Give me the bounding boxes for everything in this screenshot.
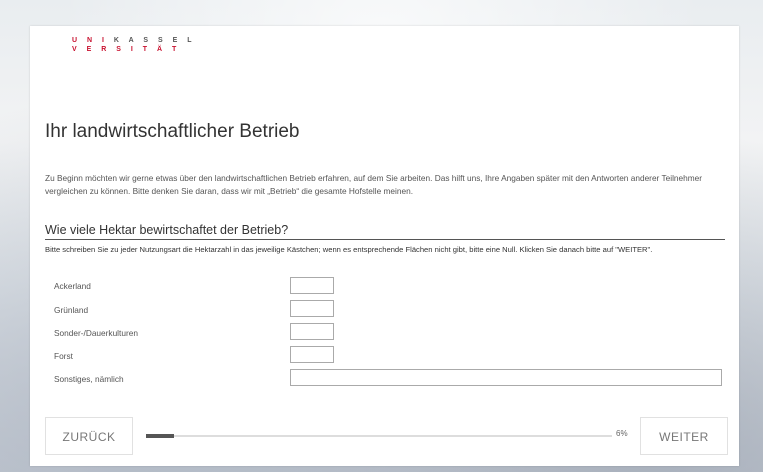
logo-text-versitaet: V E R S I T Ä T <box>72 46 181 53</box>
forst-input[interactable] <box>290 346 334 363</box>
sonstiges-input[interactable] <box>290 369 722 386</box>
row-label-forst: Forst <box>54 351 73 361</box>
progress-bar-fill <box>146 434 174 438</box>
row-label-sonstiges: Sonstiges, nämlich <box>54 374 124 384</box>
logo-text-uni: U N I <box>72 37 108 44</box>
intro-text: Zu Beginn möchten wir gerne etwas über d… <box>45 173 703 196</box>
row-label-ackerland: Ackerland <box>54 281 91 291</box>
survey-card: U N I K A S S E L V E R S I T Ä T Ihr la… <box>30 26 739 466</box>
progress-bar <box>146 434 612 438</box>
logo-text-kassel: K A S S E L <box>113 37 196 44</box>
row-label-gruenland: Grünland <box>54 305 89 315</box>
page-title: Ihr landwirtschaftlicher Betrieb <box>45 121 300 142</box>
question-instruction: Bitte schreiben Sie zu jeder Nutzungsart… <box>45 245 653 254</box>
progress-percent: 6% <box>616 429 628 438</box>
ackerland-input[interactable] <box>290 277 334 294</box>
next-button[interactable]: WEITER <box>640 417 728 455</box>
back-button[interactable]: ZURÜCK <box>45 417 133 455</box>
question-divider <box>45 239 725 240</box>
sonderkulturen-input[interactable] <box>290 323 334 340</box>
gruenland-input[interactable] <box>290 300 334 317</box>
row-label-sonderkulturen: Sonder-/Dauerkulturen <box>54 328 138 338</box>
question-title: Wie viele Hektar bewirtschaftet der Betr… <box>45 223 289 237</box>
university-logo: U N I K A S S E L V E R S I T Ä T <box>72 36 196 54</box>
